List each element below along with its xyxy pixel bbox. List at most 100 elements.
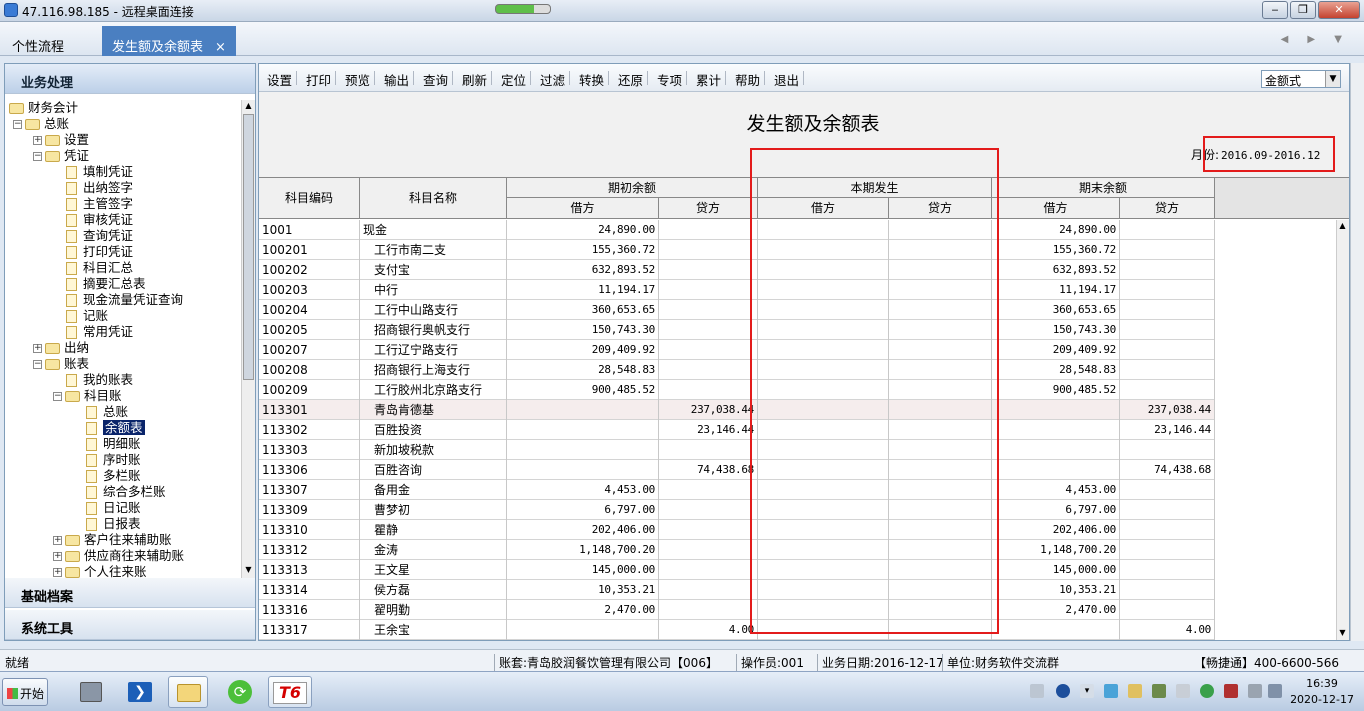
table-row[interactable]: 113317 王余宝 4.00 4.00 — [259, 620, 1215, 640]
tree-node[interactable]: + 客户往来辅助账 — [53, 532, 172, 548]
table-row[interactable]: 113307 备用金 4,453.00 4,453.00 — [259, 480, 1215, 500]
expand-icon[interactable]: + — [53, 552, 62, 561]
tree-node[interactable]: 打印凭证 — [53, 244, 133, 260]
table-row[interactable]: 113302 百胜投资 23,146.44 23,146.44 — [259, 420, 1215, 440]
display-icon[interactable] — [1248, 684, 1262, 698]
toolbar-button-5[interactable]: 刷新 — [462, 70, 493, 89]
taskbar-powershell-icon[interactable]: ❯ — [120, 676, 160, 708]
tree-node[interactable]: 财务会计 — [9, 100, 78, 116]
collapse-icon[interactable]: − — [13, 120, 22, 129]
table-row[interactable]: 113309 曹梦初 6,797.00 6,797.00 — [259, 500, 1215, 520]
close-button[interactable]: ✕ — [1318, 1, 1360, 19]
table-row[interactable]: 113316 翟明勤 2,470.00 2,470.00 — [259, 600, 1215, 620]
expand-icon[interactable]: + — [53, 568, 62, 577]
clock[interactable]: 16:39 2020-12-17 — [1290, 676, 1354, 708]
tree-node[interactable]: + 供应商往来辅助账 — [53, 548, 184, 564]
table-row[interactable]: 100201 工行市南二支 155,360.72 155,360.72 — [259, 240, 1215, 260]
tab-close-icon[interactable]: × — [215, 40, 226, 55]
security-icon[interactable] — [1152, 684, 1166, 698]
clipboard-icon[interactable] — [1128, 684, 1142, 698]
tree-node[interactable]: 记账 — [53, 308, 108, 324]
toolbar-button-4[interactable]: 查询 — [423, 70, 454, 89]
toolbar-button-11[interactable]: 累计 — [696, 70, 727, 89]
collapse-icon[interactable]: − — [53, 392, 62, 401]
table-row[interactable]: 113310 瞿静 202,406.00 202,406.00 — [259, 520, 1215, 540]
minimize-button[interactable]: ‒ — [1262, 1, 1288, 19]
table-row[interactable]: 113306 百胜咨询 74,438.68 74,438.68 — [259, 460, 1215, 480]
collapse-icon[interactable]: − — [33, 360, 42, 369]
tree-node[interactable]: 日报表 — [73, 516, 141, 532]
tree-node[interactable]: 科目汇总 — [53, 260, 133, 276]
toolbar-button-1[interactable]: 打印 — [306, 70, 337, 89]
expand-icon[interactable]: + — [33, 344, 42, 353]
expand-icon[interactable]: + — [53, 536, 62, 545]
tree-node[interactable]: + 设置 — [33, 132, 89, 148]
sidebar-section-basic-files[interactable]: 基础档案 — [5, 578, 255, 608]
tray-expand-icon[interactable]: ▾ — [1080, 684, 1094, 698]
toolbar-button-3[interactable]: 输出 — [384, 70, 415, 89]
tree-node[interactable]: 多栏账 — [73, 468, 141, 484]
scroll-down-icon[interactable]: ▼ — [1337, 628, 1348, 640]
chevron-down-icon[interactable]: ▼ — [1325, 71, 1340, 87]
table-row[interactable]: 100205 招商银行奥帆支行 150,743.30 150,743.30 — [259, 320, 1215, 340]
tree-node[interactable]: 序时账 — [73, 452, 141, 468]
tree-node[interactable]: 现金流量凭证查询 — [53, 292, 183, 308]
scroll-thumb[interactable] — [243, 114, 254, 380]
amount-mode-select[interactable]: 金额式 ▼ — [1261, 70, 1341, 88]
tree-node[interactable]: 常用凭证 — [53, 324, 133, 340]
table-row[interactable]: 113314 侯方磊 10,353.21 10,353.21 — [259, 580, 1215, 600]
table-row[interactable]: 100202 支付宝 632,893.52 632,893.52 — [259, 260, 1215, 280]
scroll-up-icon[interactable]: ▲ — [1337, 221, 1348, 233]
tree-node[interactable]: 我的账表 — [53, 372, 133, 388]
volume-icon[interactable] — [1268, 684, 1282, 698]
sidebar-section-system-tools[interactable]: 系统工具 — [5, 610, 255, 640]
tree-node[interactable]: 余额表 — [73, 420, 145, 436]
tree-node[interactable]: 明细账 — [73, 436, 141, 452]
toolbar-button-8[interactable]: 转换 — [579, 70, 610, 89]
taskbar-refresh-icon[interactable]: ⟳ — [220, 676, 260, 708]
table-row[interactable]: 113312 金涛 1,148,700.20 1,148,700.20 — [259, 540, 1215, 560]
tree-node[interactable]: 总账 — [73, 404, 128, 420]
tree-node[interactable]: − 账表 — [33, 356, 89, 372]
tree-node[interactable]: 查询凭证 — [53, 228, 133, 244]
sidebar-header-business[interactable]: 业务处理 — [5, 64, 255, 94]
window-scrollbar[interactable] — [1350, 63, 1364, 641]
start-button[interactable]: 开始 — [2, 678, 48, 706]
tab-personal-flow[interactable]: 个性流程 — [2, 26, 74, 56]
toolbar-button-12[interactable]: 帮助 — [735, 70, 766, 89]
table-row[interactable]: 100209 工行胶州北京路支行 900,485.52 900,485.52 — [259, 380, 1215, 400]
flag-icon[interactable] — [1176, 684, 1190, 698]
expand-icon[interactable]: + — [33, 136, 42, 145]
tree-node[interactable]: + 出纳 — [33, 340, 89, 356]
shield-icon[interactable] — [1200, 684, 1214, 698]
table-row[interactable]: 1001 现金 24,890.00 24,890.00 — [259, 220, 1215, 240]
table-row[interactable]: 100207 工行辽宁路支行 209,409.92 209,409.92 — [259, 340, 1215, 360]
tab-balance-report[interactable]: 发生额及余额表 × — [102, 26, 236, 56]
toolbar-button-13[interactable]: 退出 — [774, 70, 805, 89]
toolbar-button-10[interactable]: 专项 — [657, 70, 688, 89]
toolbar-button-2[interactable]: 预览 — [345, 70, 376, 89]
tree-node[interactable]: 主管签字 — [53, 196, 133, 212]
tree-node[interactable]: − 凭证 — [33, 148, 89, 164]
toolbar-button-0[interactable]: 设置 — [267, 70, 298, 89]
toolbar-button-7[interactable]: 过滤 — [540, 70, 571, 89]
tree-node[interactable]: 综合多栏账 — [73, 484, 166, 500]
tab-nav-arrows[interactable]: ◀ ▶ ▼ — [1281, 34, 1350, 45]
collapse-icon[interactable]: − — [33, 152, 42, 161]
tree-node[interactable]: 出纳签字 — [53, 180, 133, 196]
table-row[interactable]: 100208 招商银行上海支行 28,548.83 28,548.83 — [259, 360, 1215, 380]
tree-node[interactable]: 填制凭证 — [53, 164, 133, 180]
help-icon[interactable] — [1056, 684, 1070, 698]
tree-node[interactable]: − 科目账 — [53, 388, 122, 404]
scroll-up-icon[interactable]: ▲ — [243, 101, 254, 113]
network-icon[interactable] — [1104, 684, 1118, 698]
table-row[interactable]: 113303 新加坡税款 — [259, 440, 1215, 460]
tree-node[interactable]: − 总账 — [13, 116, 69, 132]
connection-bar[interactable] — [495, 4, 551, 14]
grid-scrollbar[interactable]: ▲ ▼ — [1336, 220, 1349, 640]
maximize-button[interactable]: ❐ — [1290, 1, 1316, 19]
table-row[interactable]: 113313 王文星 145,000.00 145,000.00 — [259, 560, 1215, 580]
tree-node[interactable]: 日记账 — [73, 500, 141, 516]
tree-node[interactable]: 摘要汇总表 — [53, 276, 146, 292]
alert-icon[interactable] — [1224, 684, 1238, 698]
